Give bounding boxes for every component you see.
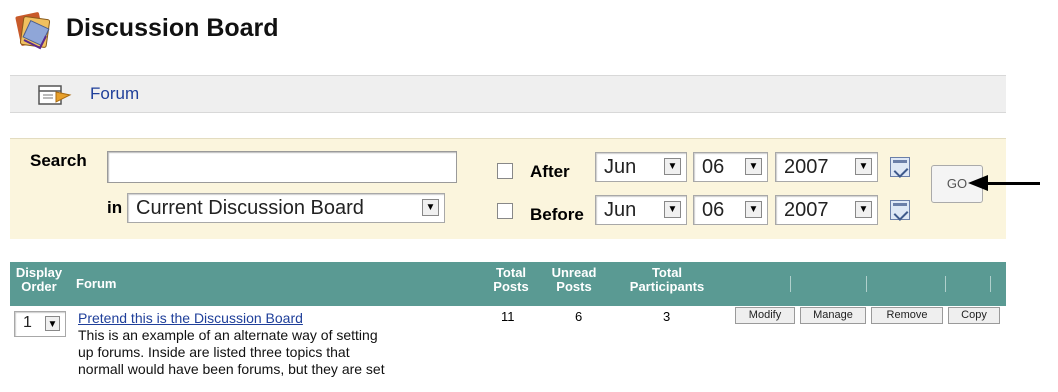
forum-title-link[interactable]: Pretend this is the Discussion Board <box>78 310 303 326</box>
modify-button[interactable]: Modify <box>735 307 795 324</box>
before-checkbox[interactable] <box>497 203 513 219</box>
forum-table-header: Display Order Forum Total Posts Unread P… <box>10 262 1006 306</box>
chevron-down-icon: ▼ <box>664 158 681 175</box>
total-participants-value: 3 <box>663 309 671 324</box>
page-title: Discussion Board <box>66 14 279 42</box>
header-total-participants-line2: Participants <box>629 279 705 294</box>
before-year-select[interactable]: 2007 ▼ <box>775 195 878 225</box>
header-divider <box>945 276 946 292</box>
discussion-board-icon <box>12 10 52 52</box>
header-total-posts: Total Posts <box>486 266 536 294</box>
forum-link[interactable]: Forum <box>90 84 139 104</box>
header-total-posts-line2: Posts <box>493 279 529 294</box>
chevron-down-icon: ▼ <box>45 316 60 331</box>
scope-select-value: Current Discussion Board <box>136 197 364 219</box>
before-month-value: Jun <box>604 199 637 221</box>
header-total-participants: Total Participants <box>612 266 722 294</box>
display-order-value: 1 <box>23 314 32 331</box>
search-input[interactable] <box>107 151 457 183</box>
header-total-posts-line1: Total <box>495 265 527 280</box>
forum-description-line: up forums. Inside are listed three topic… <box>78 344 350 360</box>
unread-posts-value: 6 <box>575 309 583 324</box>
forum-description-line: This is an example of an alternate way o… <box>78 327 378 343</box>
display-order-select[interactable]: 1 ▼ <box>14 311 66 337</box>
header-unread-posts-line1: Unread <box>551 265 597 280</box>
after-year-value: 2007 <box>784 156 829 178</box>
chevron-down-icon: ▼ <box>855 158 872 175</box>
chevron-down-icon: ▼ <box>664 201 681 218</box>
after-label: After <box>530 162 570 181</box>
forum-description-line: normall would have been forums, but they… <box>78 361 385 377</box>
after-calendar-icon[interactable] <box>890 157 910 177</box>
annotation-arrow-icon <box>968 175 988 191</box>
total-posts-value: 11 <box>501 309 515 324</box>
search-label: Search <box>30 151 87 170</box>
before-calendar-icon[interactable] <box>890 200 910 220</box>
after-checkbox[interactable] <box>497 163 513 179</box>
scope-select[interactable]: Current Discussion Board ▼ <box>127 193 445 223</box>
after-day-value: 06 <box>702 156 725 178</box>
chevron-down-icon: ▼ <box>422 199 439 216</box>
header-forum: Forum <box>76 276 117 291</box>
after-month-value: Jun <box>604 156 637 178</box>
header-divider <box>790 276 791 292</box>
before-label: Before <box>530 205 584 224</box>
before-year-value: 2007 <box>784 199 829 221</box>
chevron-down-icon: ▼ <box>745 201 762 218</box>
in-label: in <box>107 198 123 217</box>
remove-button[interactable]: Remove <box>871 307 943 324</box>
before-month-select[interactable]: Jun ▼ <box>595 195 687 225</box>
annotation-arrow-line <box>985 182 1040 185</box>
chevron-down-icon: ▼ <box>855 201 872 218</box>
header-display-order-line2: Order <box>21 279 57 294</box>
header-display-order-line1: Display <box>15 265 63 280</box>
copy-button[interactable]: Copy <box>948 307 1000 324</box>
after-year-select[interactable]: 2007 ▼ <box>775 152 878 182</box>
after-day-select[interactable]: 06 ▼ <box>693 152 768 182</box>
header-divider <box>990 276 991 292</box>
chevron-down-icon: ▼ <box>745 158 762 175</box>
header-total-participants-line1: Total <box>651 265 683 280</box>
header-unread-posts: Unread Posts <box>544 266 604 294</box>
header-divider <box>866 276 867 292</box>
header-unread-posts-line2: Posts <box>556 279 592 294</box>
forum-add-icon[interactable] <box>38 84 74 106</box>
action-bar: Forum <box>10 75 1006 113</box>
before-day-value: 06 <box>702 199 725 221</box>
before-day-select[interactable]: 06 ▼ <box>693 195 768 225</box>
manage-button[interactable]: Manage <box>800 307 866 324</box>
header-display-order: Display Order <box>10 266 68 294</box>
after-month-select[interactable]: Jun ▼ <box>595 152 687 182</box>
